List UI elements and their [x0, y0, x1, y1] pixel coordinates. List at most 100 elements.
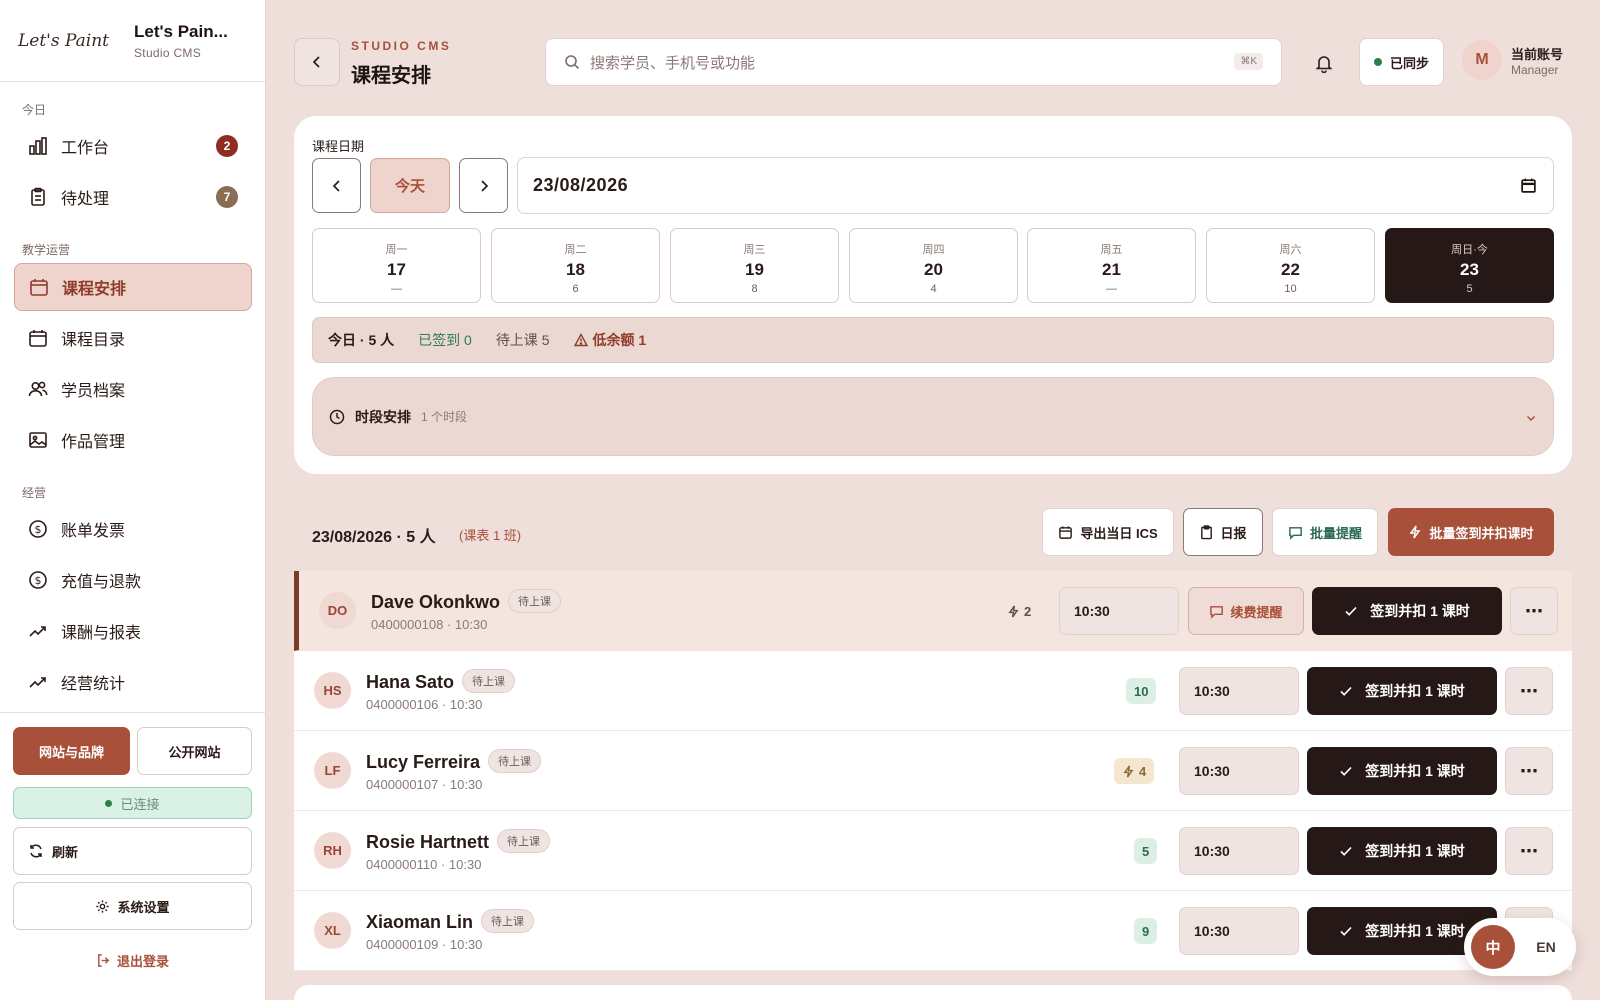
student-name[interactable]: Rosie Hartnett 待上课	[366, 829, 551, 853]
calendar-icon	[1058, 525, 1073, 540]
renew-reminder-button[interactable]: 续费提醒	[1188, 587, 1304, 635]
more-options-button[interactable]: ⋯	[1505, 667, 1553, 715]
sidebar-item-topup-refund[interactable]: $ 充值与退款	[14, 556, 252, 604]
settings-button[interactable]: 系统设置	[13, 882, 252, 930]
slots-count: 1 个时段	[421, 410, 468, 424]
time-slots-panel[interactable]: 时段安排 1 个时段	[312, 377, 1554, 456]
website-brand-button[interactable]: 网站与品牌	[13, 727, 130, 775]
time-field[interactable]: 10:30	[1059, 587, 1179, 635]
clipboard-icon	[1199, 524, 1214, 540]
sidebar-item-students[interactable]: 学员档案	[14, 365, 252, 413]
sidebar-item-invoices[interactable]: $ 账单发票	[14, 505, 252, 553]
table-row[interactable]: HS Hana Sato 待上课 0400000106 · 10:30 10 10…	[294, 651, 1572, 731]
daily-report-button[interactable]: 日报	[1183, 508, 1263, 556]
credit-balance: 2	[999, 598, 1039, 624]
day-cell-fri[interactable]: 周五 21 —	[1027, 228, 1196, 303]
warning-icon	[573, 333, 588, 347]
brand[interactable]: Let's Paint Let's Pain... Studio CMS	[0, 0, 265, 82]
check-icon	[1339, 844, 1353, 858]
notification-button[interactable]	[1306, 48, 1342, 78]
search-bar[interactable]: 搜索学员、手机号或功能 ⌘K	[545, 38, 1282, 86]
day-cell-wed[interactable]: 周三 19 8	[670, 228, 839, 303]
sidebar-item-label: 充值与退款	[61, 574, 142, 591]
sidebar-item-schedule[interactable]: 课程安排	[14, 263, 252, 311]
checkin-button[interactable]: 签到并扣 1 课时	[1312, 587, 1502, 635]
logout-button[interactable]: 退出登录	[13, 942, 252, 978]
day-cell-mon[interactable]: 周一 17 —	[312, 228, 481, 303]
day-weekday: 周二	[564, 244, 587, 256]
checkin-button[interactable]: 签到并扣 1 课时	[1307, 667, 1497, 715]
message-icon	[1288, 525, 1303, 540]
lang-en-button[interactable]: EN	[1524, 925, 1568, 969]
day-number: 17	[387, 260, 406, 279]
student-avatar: DO	[319, 592, 356, 629]
table-row[interactable]: DO Dave Okonkwo 待上课 0400000108 · 10:30 2 …	[294, 571, 1572, 651]
sidebar-item-workbench[interactable]: 工作台 2	[14, 122, 252, 170]
day-cell-tue[interactable]: 周二 18 6	[491, 228, 660, 303]
student-name[interactable]: Xiaoman Lin 待上课	[366, 909, 535, 933]
date-input[interactable]: 23/08/2026	[517, 157, 1554, 214]
sidebar-item-pending[interactable]: 待处理 7	[14, 173, 252, 221]
table-row[interactable]: RH Rosie Hartnett 待上课 0400000110 · 10:30 …	[294, 811, 1572, 891]
public-site-button[interactable]: 公开网站	[137, 727, 252, 775]
student-name[interactable]: Hana Sato 待上课	[366, 669, 516, 693]
sidebar-item-artworks[interactable]: 作品管理	[14, 416, 252, 464]
student-name-text: Dave Okonkwo	[371, 592, 501, 612]
image-icon	[27, 429, 49, 451]
table-row[interactable]: XL Xiaoman Lin 待上课 0400000109 · 10:30 9 1…	[294, 891, 1572, 971]
divider	[0, 712, 266, 713]
sidebar-item-catalog[interactable]: 课程目录	[14, 314, 252, 362]
student-name[interactable]: Lucy Ferreira 待上课	[366, 749, 542, 773]
student-name[interactable]: Dave Okonkwo 待上课	[371, 589, 562, 613]
time-field[interactable]: 10:30	[1179, 747, 1299, 795]
today-button[interactable]: 今天	[370, 158, 450, 213]
more-options-button[interactable]: ⋯	[1510, 587, 1558, 635]
search-icon	[564, 54, 580, 70]
day-cell-thu[interactable]: 周四 20 4	[849, 228, 1018, 303]
time-field[interactable]: 10:30	[1179, 667, 1299, 715]
checkin-label: 签到并扣 1 课时	[1365, 683, 1465, 699]
time-field[interactable]: 10:30	[1179, 907, 1299, 955]
users-icon	[27, 378, 49, 400]
sidebar-item-label: 课程安排	[62, 281, 127, 298]
sidebar-item-label: 待处理	[61, 191, 110, 208]
list-subheading: (课表 1 班)	[459, 528, 522, 543]
sidebar-item-label: 课酬与报表	[61, 625, 142, 642]
dollar-icon: $	[27, 569, 49, 591]
checkin-button[interactable]: 签到并扣 1 课时	[1307, 747, 1497, 795]
section-label-business: 经营	[22, 486, 47, 500]
back-button[interactable]	[294, 38, 340, 86]
export-ics-button[interactable]: 导出当日 ICS	[1042, 508, 1174, 556]
next-day-button[interactable]	[459, 158, 508, 213]
calendar-icon	[27, 327, 49, 349]
search-input[interactable]: 搜索学员、手机号或功能	[590, 52, 755, 73]
checkin-button[interactable]: 签到并扣 1 课时	[1307, 827, 1497, 875]
chevron-down-icon[interactable]	[1525, 412, 1537, 424]
day-cell-sat[interactable]: 周六 22 10	[1206, 228, 1375, 303]
sidebar-item-label: 作品管理	[61, 434, 126, 451]
status-badge: 待上课	[488, 749, 542, 773]
prev-day-button[interactable]	[312, 158, 361, 213]
table-row[interactable]: LF Lucy Ferreira 待上课 0400000107 · 10:30 4…	[294, 731, 1572, 811]
avatar[interactable]: M	[1462, 40, 1502, 80]
batch-checkin-button[interactable]: 批量签到并扣课时	[1388, 508, 1554, 556]
time-field[interactable]: 10:30	[1179, 827, 1299, 875]
day-cell-sun-selected[interactable]: 周日·今 23 5	[1385, 228, 1554, 303]
calendar-icon[interactable]	[1520, 177, 1537, 194]
more-options-button[interactable]: ⋯	[1505, 747, 1553, 795]
day-count: 4	[930, 283, 937, 295]
date-value: 23/08/2026	[533, 175, 629, 195]
lang-zh-button[interactable]: 中	[1471, 925, 1515, 969]
batch-checkin-label: 批量签到并扣课时	[1429, 525, 1534, 541]
dollar-icon: $	[27, 518, 49, 540]
section-label-teaching: 教学运营	[22, 243, 71, 257]
batch-remind-button[interactable]: 批量提醒	[1272, 508, 1378, 556]
refresh-button[interactable]: 刷新	[13, 827, 252, 875]
sidebar-item-pay-reports[interactable]: 课酬与报表	[14, 607, 252, 655]
day-number: 22	[1281, 260, 1300, 279]
sidebar-item-label: 账单发票	[61, 523, 126, 540]
sidebar-item-stats[interactable]: 经营统计	[14, 658, 252, 706]
svg-text:$: $	[35, 523, 42, 536]
more-options-button[interactable]: ⋯	[1505, 827, 1553, 875]
sync-status[interactable]: 已同步	[1359, 38, 1444, 86]
